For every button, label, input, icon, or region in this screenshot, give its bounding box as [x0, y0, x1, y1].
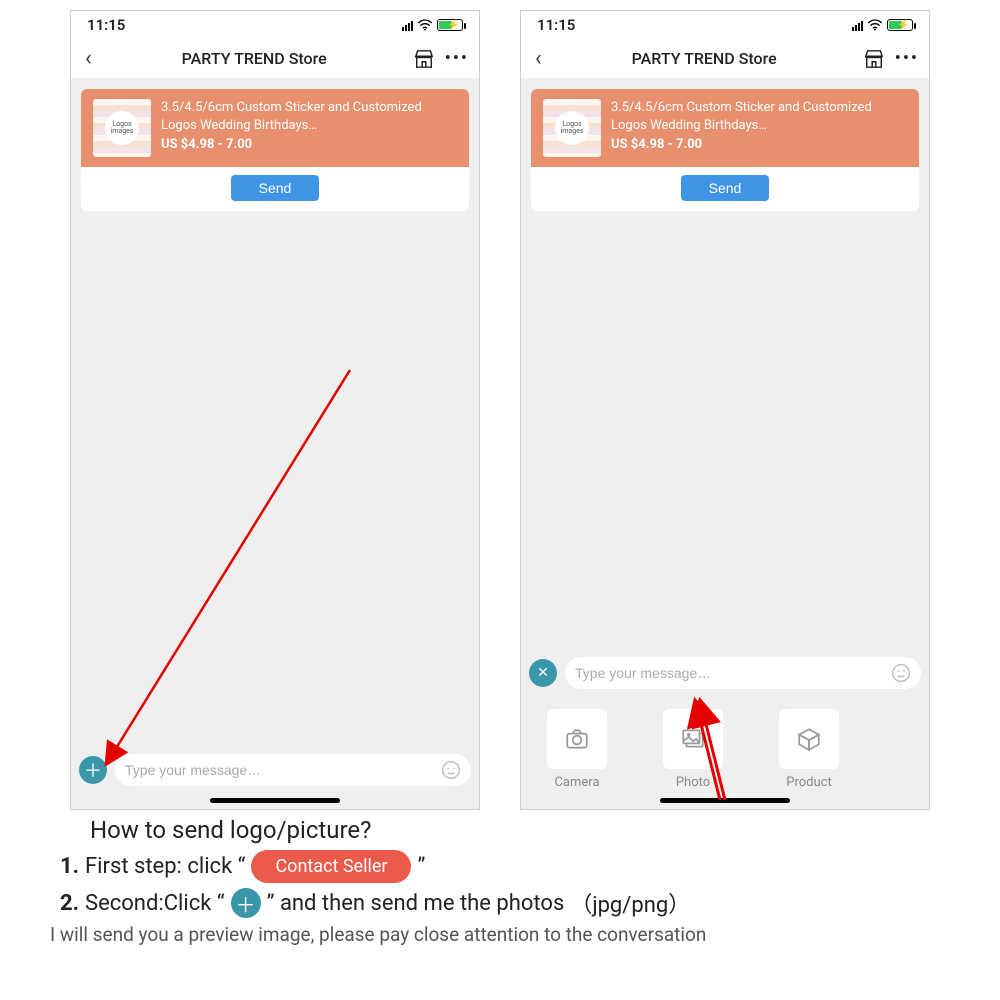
- signal-icon: [402, 19, 413, 31]
- status-bar: 11:15 ⚡: [521, 11, 929, 39]
- wifi-icon: [867, 19, 883, 31]
- instructions-footer: I will send you a preview image, please …: [50, 923, 940, 946]
- product-share-card: Logos images 3.5/4.5/6cm Custom Sticker …: [81, 89, 469, 211]
- message-input[interactable]: [125, 762, 441, 778]
- product-thumbnail: Logos images: [93, 99, 151, 157]
- plus-pill-icon: ＋: [231, 888, 261, 918]
- page-title: PARTY TREND Store: [102, 49, 407, 68]
- battery-icon: ⚡: [437, 19, 463, 31]
- status-bar: 11:15 ⚡: [71, 11, 479, 39]
- send-product-button[interactable]: Send: [681, 175, 770, 201]
- emoji-icon[interactable]: [441, 760, 461, 780]
- signal-icon: [852, 19, 863, 31]
- product-price: US $4.98 - 7.00: [611, 136, 907, 154]
- home-indicator: [210, 798, 340, 803]
- product-title: 3.5/4.5/6cm Custom Sticker and Customize…: [611, 99, 907, 134]
- attach-close-button[interactable]: ✕: [529, 659, 557, 687]
- emoji-icon[interactable]: [891, 663, 911, 683]
- message-input-bar: ✕: [521, 649, 929, 697]
- nav-bar: ‹ PARTY TREND Store •••: [71, 39, 479, 79]
- store-icon[interactable]: [863, 49, 885, 69]
- attach-product-label: Product: [786, 775, 831, 790]
- contact-seller-pill[interactable]: Contact Seller: [251, 850, 411, 883]
- product-share-card: Logos images 3.5/4.5/6cm Custom Sticker …: [531, 89, 919, 211]
- status-time: 11:15: [537, 16, 575, 34]
- product-price: US $4.98 - 7.00: [161, 136, 457, 154]
- message-input-bar: ＋: [71, 746, 479, 794]
- more-button[interactable]: •••: [895, 48, 919, 69]
- battery-icon: ⚡: [887, 19, 913, 31]
- message-input[interactable]: [575, 665, 891, 681]
- attach-plus-button[interactable]: ＋: [79, 756, 107, 784]
- attach-camera-label: Camera: [554, 775, 599, 790]
- instructions-block: How to send logo/picture? 1. First step:…: [0, 810, 1000, 946]
- instruction-step-1: 1. First step: click “ Contact Seller ”: [60, 850, 940, 883]
- attachment-panel: Camera Photo: [521, 697, 929, 794]
- back-button[interactable]: ‹: [531, 46, 546, 71]
- back-button[interactable]: ‹: [81, 46, 96, 71]
- store-icon[interactable]: [413, 49, 435, 69]
- status-time: 11:15: [87, 16, 125, 34]
- chat-area: Logos images 3.5/4.5/6cm Custom Sticker …: [521, 79, 929, 649]
- photo-icon: [680, 726, 706, 752]
- product-thumbnail: Logos images: [543, 99, 601, 157]
- chat-area: Logos images 3.5/4.5/6cm Custom Sticker …: [71, 79, 479, 746]
- product-title: 3.5/4.5/6cm Custom Sticker and Customize…: [161, 99, 457, 134]
- instruction-step-2: 2. Second:Click “ ＋ ” and then send me t…: [60, 887, 940, 919]
- attach-product-option[interactable]: Product: [769, 709, 849, 790]
- send-product-button[interactable]: Send: [231, 175, 320, 201]
- more-button[interactable]: •••: [445, 48, 469, 69]
- nav-bar: ‹ PARTY TREND Store •••: [521, 39, 929, 79]
- attach-photo-option[interactable]: Photo: [653, 709, 733, 790]
- phone-chat-expanded: 11:15 ⚡ ‹ PARTY TREND Store: [520, 10, 930, 810]
- wifi-icon: [417, 19, 433, 31]
- attach-photo-label: Photo: [676, 775, 710, 790]
- attach-camera-option[interactable]: Camera: [537, 709, 617, 790]
- home-indicator: [660, 798, 790, 803]
- page-title: PARTY TREND Store: [552, 49, 857, 68]
- camera-icon: [564, 726, 590, 752]
- phone-chat-collapsed: 11:15 ⚡ ‹ PARTY TREND Store: [70, 10, 480, 810]
- instructions-heading: How to send logo/picture?: [90, 816, 940, 844]
- product-cube-icon: [796, 726, 822, 752]
